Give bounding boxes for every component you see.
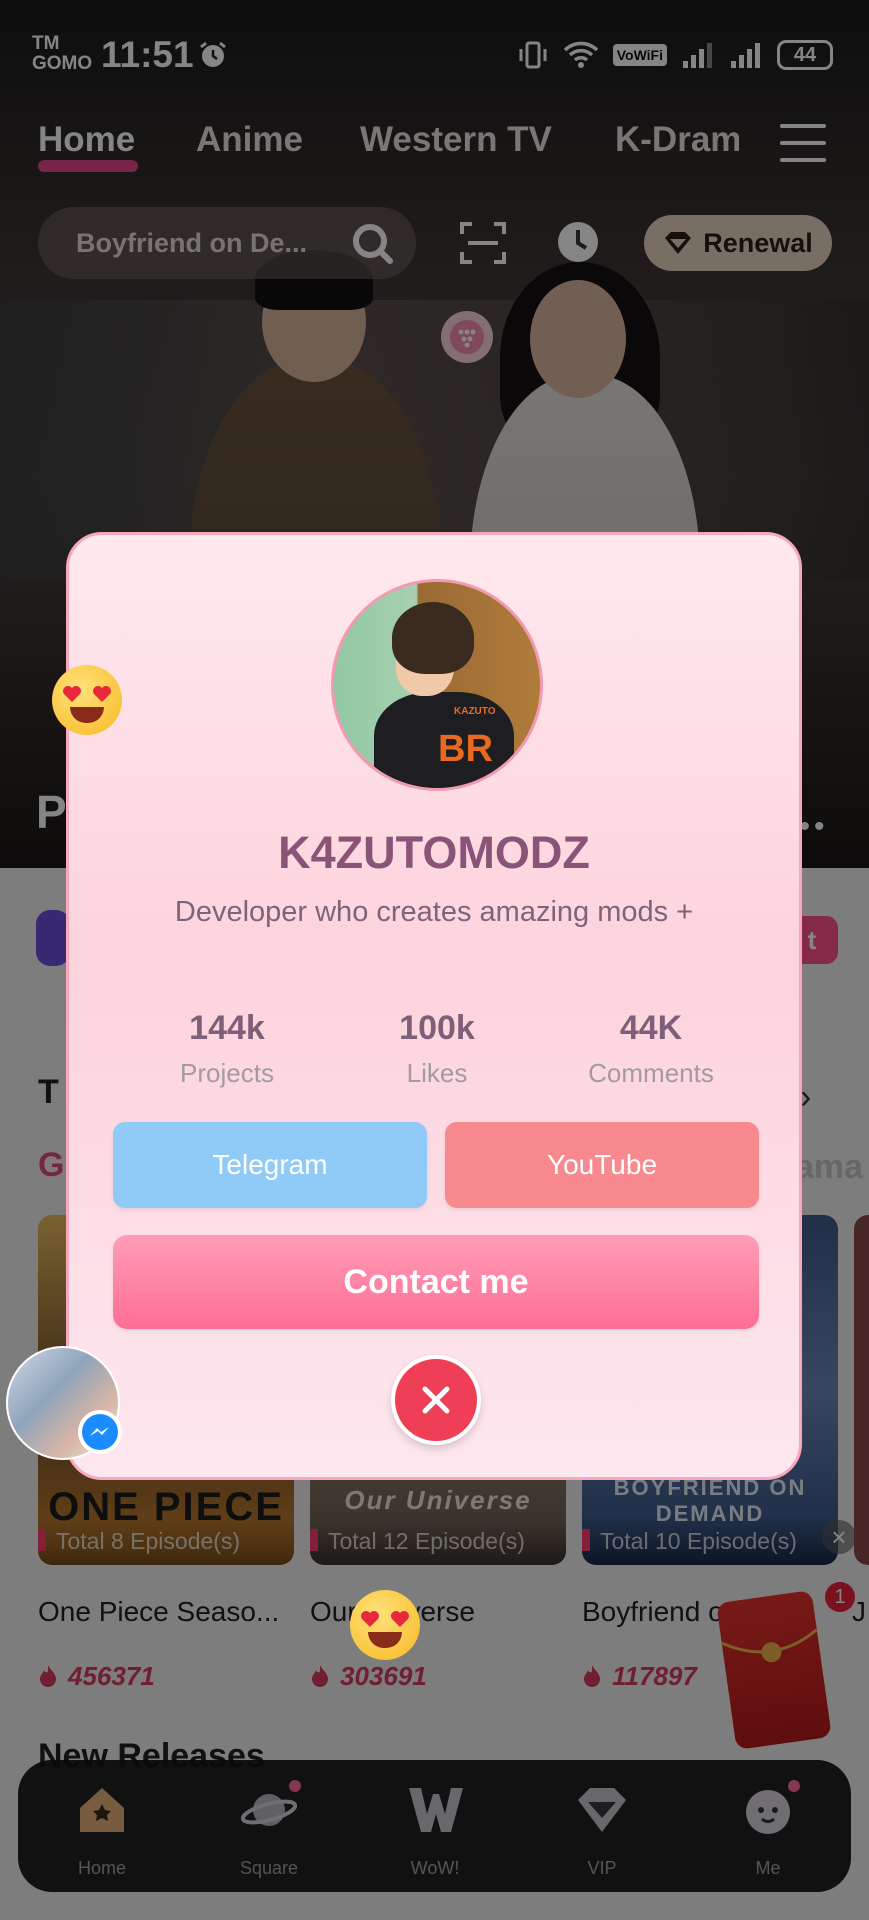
stat-comments: 44K Comments [541, 1009, 761, 1089]
heart-eyes-emoji-icon [52, 665, 122, 735]
messenger-icon [78, 1410, 122, 1454]
avatar-jersey-text: BR [438, 728, 493, 770]
close-icon [422, 1386, 450, 1414]
stat-value: 144k [189, 1009, 265, 1047]
stat-likes: 100k Likes [327, 1009, 547, 1089]
stat-projects: 144k Projects [117, 1009, 337, 1089]
avatar: KAZUTO BR [331, 579, 543, 791]
heart-eyes-emoji-icon [350, 1590, 420, 1660]
avatar-jersey-small-text: KAZUTO [454, 706, 496, 717]
stat-label: Likes [406, 1058, 468, 1088]
stat-value: 100k [399, 1009, 475, 1047]
contact-me-button[interactable]: Contact me [113, 1235, 759, 1329]
close-modal-button[interactable] [391, 1355, 481, 1445]
stat-label: Comments [588, 1058, 714, 1088]
stat-label: Projects [180, 1058, 274, 1088]
youtube-button[interactable]: YouTube [445, 1122, 759, 1208]
stat-value: 44K [619, 1009, 683, 1047]
telegram-button[interactable]: Telegram [113, 1122, 427, 1208]
profile-name: K4ZUTOMODZ [278, 827, 590, 878]
messenger-chat-head[interactable] [6, 1346, 122, 1460]
profile-description: Developer who creates amazing mods + [174, 896, 694, 928]
profile-modal: KAZUTO BR K4ZUTOMODZ Developer who creat… [66, 532, 802, 1480]
